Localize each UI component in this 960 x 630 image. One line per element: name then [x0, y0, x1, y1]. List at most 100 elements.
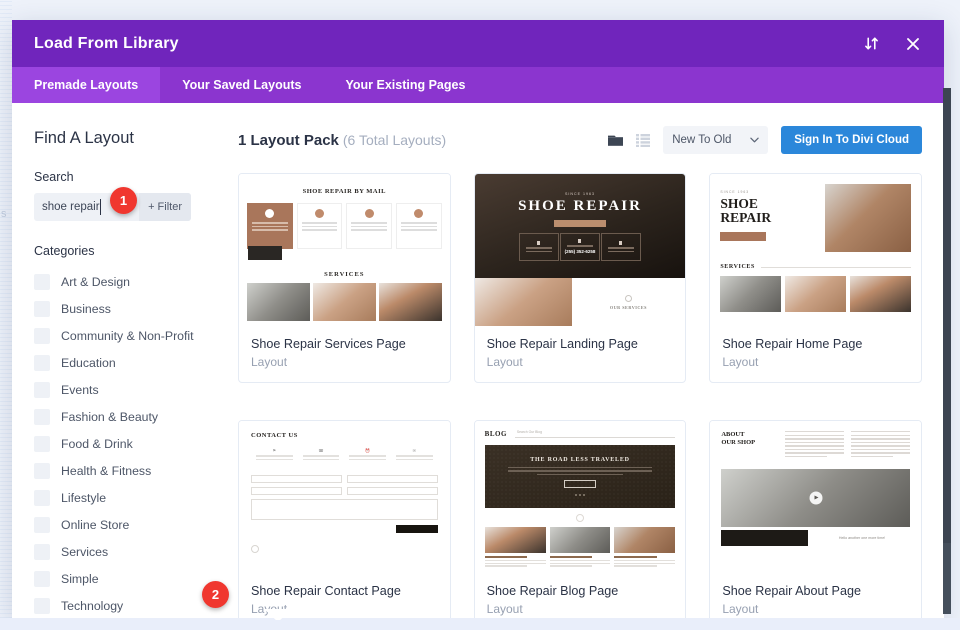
layout-card-meta: Shoe Repair About Page Layout — [710, 573, 921, 620]
tab-your-saved-layouts[interactable]: Your Saved Layouts — [160, 67, 323, 103]
thumb-caption: OUR SERVICES — [609, 304, 648, 310]
category-label: Fashion & Beauty — [61, 409, 159, 424]
category-item-food-drink[interactable]: Food & Drink — [34, 430, 225, 457]
categories-list: Art & Design Business Community & Non-Pr… — [34, 268, 225, 619]
page-backdrop — [0, 0, 12, 630]
layout-card-subtitle: Layout — [722, 355, 759, 369]
category-item-fashion-beauty[interactable]: Fashion & Beauty — [34, 403, 225, 430]
category-item-community-non-profit[interactable]: Community & Non-Profit — [34, 322, 225, 349]
thumb-since: SINCE 1963 — [720, 190, 750, 194]
category-item-education[interactable]: Education — [34, 349, 225, 376]
category-item-online-store[interactable]: Online Store — [34, 511, 225, 538]
layout-card[interactable]: SINCE 1963 SHOE REPAIR (255) 352-6258 OU… — [473, 173, 687, 383]
modal-tabbar: Premade Layouts Your Saved Layouts Your … — [12, 67, 944, 103]
grid-icon[interactable] — [636, 133, 651, 147]
thumb-heading: SHOE REPAIR BY MAIL — [302, 188, 386, 195]
category-label: Online Store — [61, 517, 130, 532]
category-item-technology[interactable]: Technology — [34, 592, 225, 619]
close-icon[interactable] — [902, 33, 924, 55]
sort-select[interactable]: New To Old — [663, 126, 769, 154]
category-item-business[interactable]: Business — [34, 295, 225, 322]
category-item-lifestyle[interactable]: Lifestyle — [34, 484, 225, 511]
layout-card[interactable]: CONTACT US ⚑ ☎ ⏰ ✉ Shoe Repair Contact P… — [238, 420, 451, 620]
category-label: Health & Fitness — [61, 463, 152, 478]
checkbox[interactable] — [34, 489, 50, 506]
category-label: Community & Non-Profit — [61, 328, 194, 343]
backdrop-ghost-text: s — [1, 208, 7, 220]
layout-thumbnail: SINCE 1963 SHOE REPAIR (255) 352-6258 OU… — [474, 174, 686, 326]
tab-premade-layouts[interactable]: Premade Layouts — [12, 67, 161, 103]
layout-card-title: Shoe Repair Blog Page — [486, 584, 619, 598]
layout-card-subtitle: Layout — [251, 355, 288, 369]
layout-card-subtitle: Layout — [486, 355, 523, 369]
thumb-heading: SHOE REPAIR — [518, 197, 642, 214]
layout-card-subtitle: Layout — [722, 602, 759, 616]
step-marker-2: 2 — [202, 581, 229, 608]
checkbox[interactable] — [34, 354, 50, 371]
thumb-hero-heading: THE ROAD LESS TRAVELED — [530, 456, 630, 463]
thumb-since: SINCE 1963 — [565, 191, 595, 196]
modal-pointer-arrow — [264, 609, 292, 620]
checkbox[interactable] — [34, 435, 50, 452]
layout-thumbnail: SHOE REPAIR BY MAIL SERVICES — [239, 174, 450, 326]
category-label: Technology — [61, 598, 124, 613]
sort-arrows-icon[interactable] — [860, 33, 882, 55]
checkbox[interactable] — [34, 273, 50, 290]
checkbox[interactable] — [34, 516, 50, 533]
thumb-heading: CONTACT US — [251, 432, 298, 439]
checkbox[interactable] — [34, 408, 50, 425]
layout-card-title: Shoe Repair Contact Page — [251, 584, 401, 598]
sort-value: New To Old — [672, 134, 732, 146]
layout-thumbnail: CONTACT US ⚑ ☎ ⏰ ✉ — [239, 421, 450, 573]
checkbox[interactable] — [34, 570, 50, 587]
category-item-services[interactable]: Services — [34, 538, 225, 565]
category-label: Lifestyle — [61, 490, 107, 505]
category-item-art-design[interactable]: Art & Design — [34, 268, 225, 295]
layout-card-title: Shoe Repair About Page — [722, 584, 861, 598]
checkbox[interactable] — [34, 597, 50, 614]
tab-label: Premade Layouts — [34, 78, 139, 92]
tab-label: Your Existing Pages — [345, 78, 466, 92]
checkbox[interactable] — [34, 327, 50, 344]
layout-card-meta: Shoe Repair Landing Page Layout — [475, 326, 686, 382]
checkbox[interactable] — [34, 543, 50, 560]
play-icon — [809, 491, 823, 505]
sidebar: Find A Layout Search + Filter Categories… — [12, 103, 225, 620]
category-item-simple[interactable]: Simple — [34, 565, 225, 592]
thumb-section-label: SERVICES — [324, 271, 365, 278]
content-area: 1 Layout Pack (6 Total Layouts) New To O… — [225, 103, 944, 620]
category-label: Simple — [61, 571, 99, 586]
categories-label: Categories — [34, 244, 95, 258]
modal-title: Load From Library — [34, 34, 179, 52]
layout-card-title: Shoe Repair Services Page — [251, 337, 406, 351]
layout-card[interactable]: SINCE 1963 SHOE REPAIR SERVICES Shoe Rep… — [709, 173, 922, 383]
layout-thumbnail: ABOUT OUR SHOP Hello another one more ti… — [710, 421, 921, 573]
category-label: Business — [61, 301, 111, 316]
thumb-heading-line-2: OUR SHOP — [721, 439, 756, 447]
layout-pack-count: 1 Layout Pack (6 Total Layouts) — [238, 132, 446, 149]
layout-card[interactable]: SHOE REPAIR BY MAIL SERVICES Shoe Repair… — [238, 173, 451, 383]
checkbox[interactable] — [34, 381, 50, 398]
filter-button[interactable]: + Filter — [139, 193, 191, 221]
pack-count-text: 1 Layout Pack — [238, 131, 339, 149]
tab-your-existing-pages[interactable]: Your Existing Pages — [323, 67, 487, 103]
content-toolbar: 1 Layout Pack (6 Total Layouts) New To O… — [238, 125, 922, 155]
vertical-scrollbar[interactable] — [943, 88, 951, 614]
scrollbar-thumb[interactable] — [943, 88, 951, 543]
layout-card[interactable]: ABOUT OUR SHOP Hello another one more ti… — [709, 420, 922, 620]
category-label: Services — [61, 544, 109, 559]
checkbox[interactable] — [34, 462, 50, 479]
load-from-library-modal: Load From Library Premade Layouts Your S… — [12, 20, 944, 620]
layout-card-meta: Shoe Repair Home Page Layout — [710, 326, 921, 382]
thumb-phone: (255) 352-6258 — [564, 248, 596, 254]
checkbox[interactable] — [34, 300, 50, 317]
folder-icon[interactable] — [608, 133, 624, 147]
thumb-caption: Hello another one more time! — [838, 535, 886, 540]
category-label: Art & Design — [61, 274, 131, 289]
layout-thumbnail: BLOG Search Our Blog THE ROAD LESS TRAVE… — [474, 421, 686, 573]
category-item-health-fitness[interactable]: Health & Fitness — [34, 457, 225, 484]
layout-thumbnail: SINCE 1963 SHOE REPAIR SERVICES — [710, 174, 921, 326]
layout-card[interactable]: BLOG Search Our Blog THE ROAD LESS TRAVE… — [473, 420, 687, 620]
sign-in-to-divi-cloud-button[interactable]: Sign In To Divi Cloud — [781, 126, 922, 154]
category-item-events[interactable]: Events — [34, 376, 225, 403]
